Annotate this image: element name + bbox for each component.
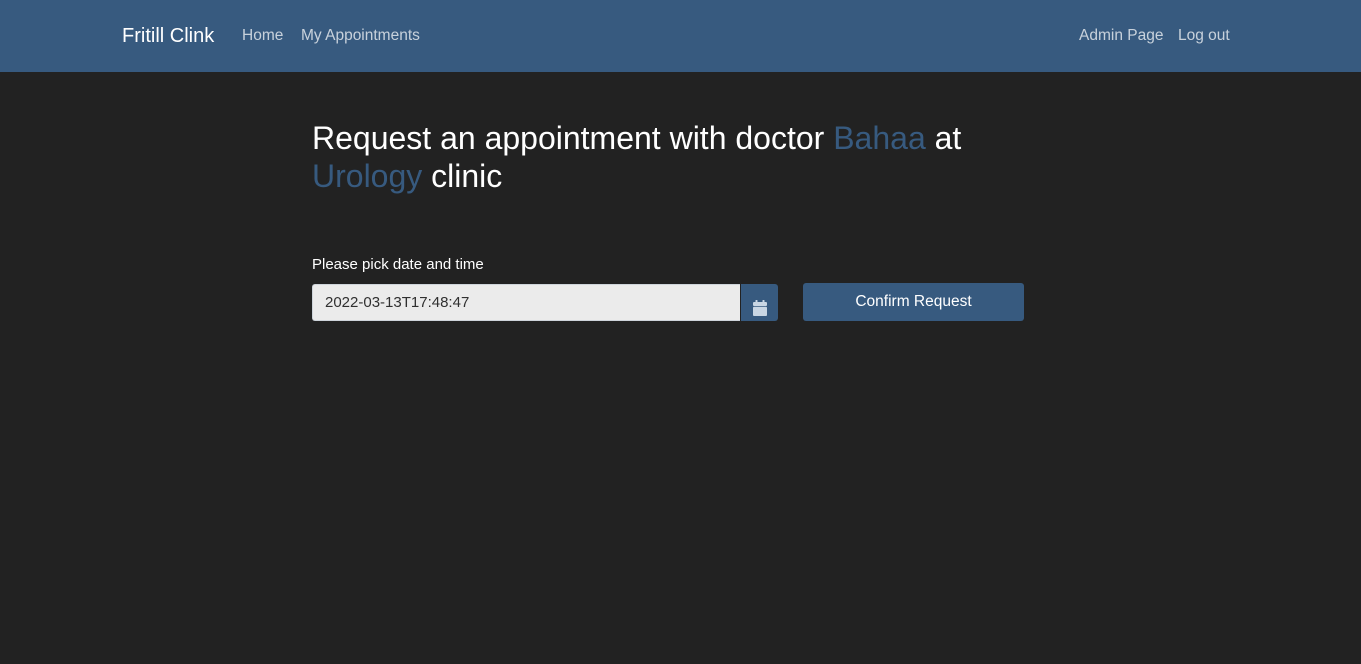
nav-admin-page-link[interactable]: Admin Page <box>1079 26 1163 46</box>
nav-log-out-link[interactable]: Log out <box>1178 26 1230 46</box>
title-middle: at <box>925 120 962 156</box>
calendar-button[interactable] <box>740 284 778 321</box>
datetime-input[interactable] <box>312 284 740 321</box>
title-prefix: Request an appointment with doctor <box>312 120 834 156</box>
datetime-label: Please pick date and time <box>312 256 484 273</box>
doctor-name: Bahaa <box>833 120 926 156</box>
calendar-icon <box>752 299 767 316</box>
brand-link[interactable]: Fritill Clink <box>122 24 214 48</box>
nav-my-appointments-link[interactable]: My Appointments <box>301 26 420 46</box>
page-title: Request an appointment with doctor Bahaa… <box>312 119 1032 195</box>
nav-home-link[interactable]: Home <box>242 26 283 46</box>
clinic-name: Urology <box>312 158 423 194</box>
title-suffix: clinic <box>422 158 503 194</box>
confirm-request-button[interactable]: Confirm Request <box>803 283 1024 321</box>
top-navbar: Fritill Clink Home My Appointments Admin… <box>0 0 1361 72</box>
